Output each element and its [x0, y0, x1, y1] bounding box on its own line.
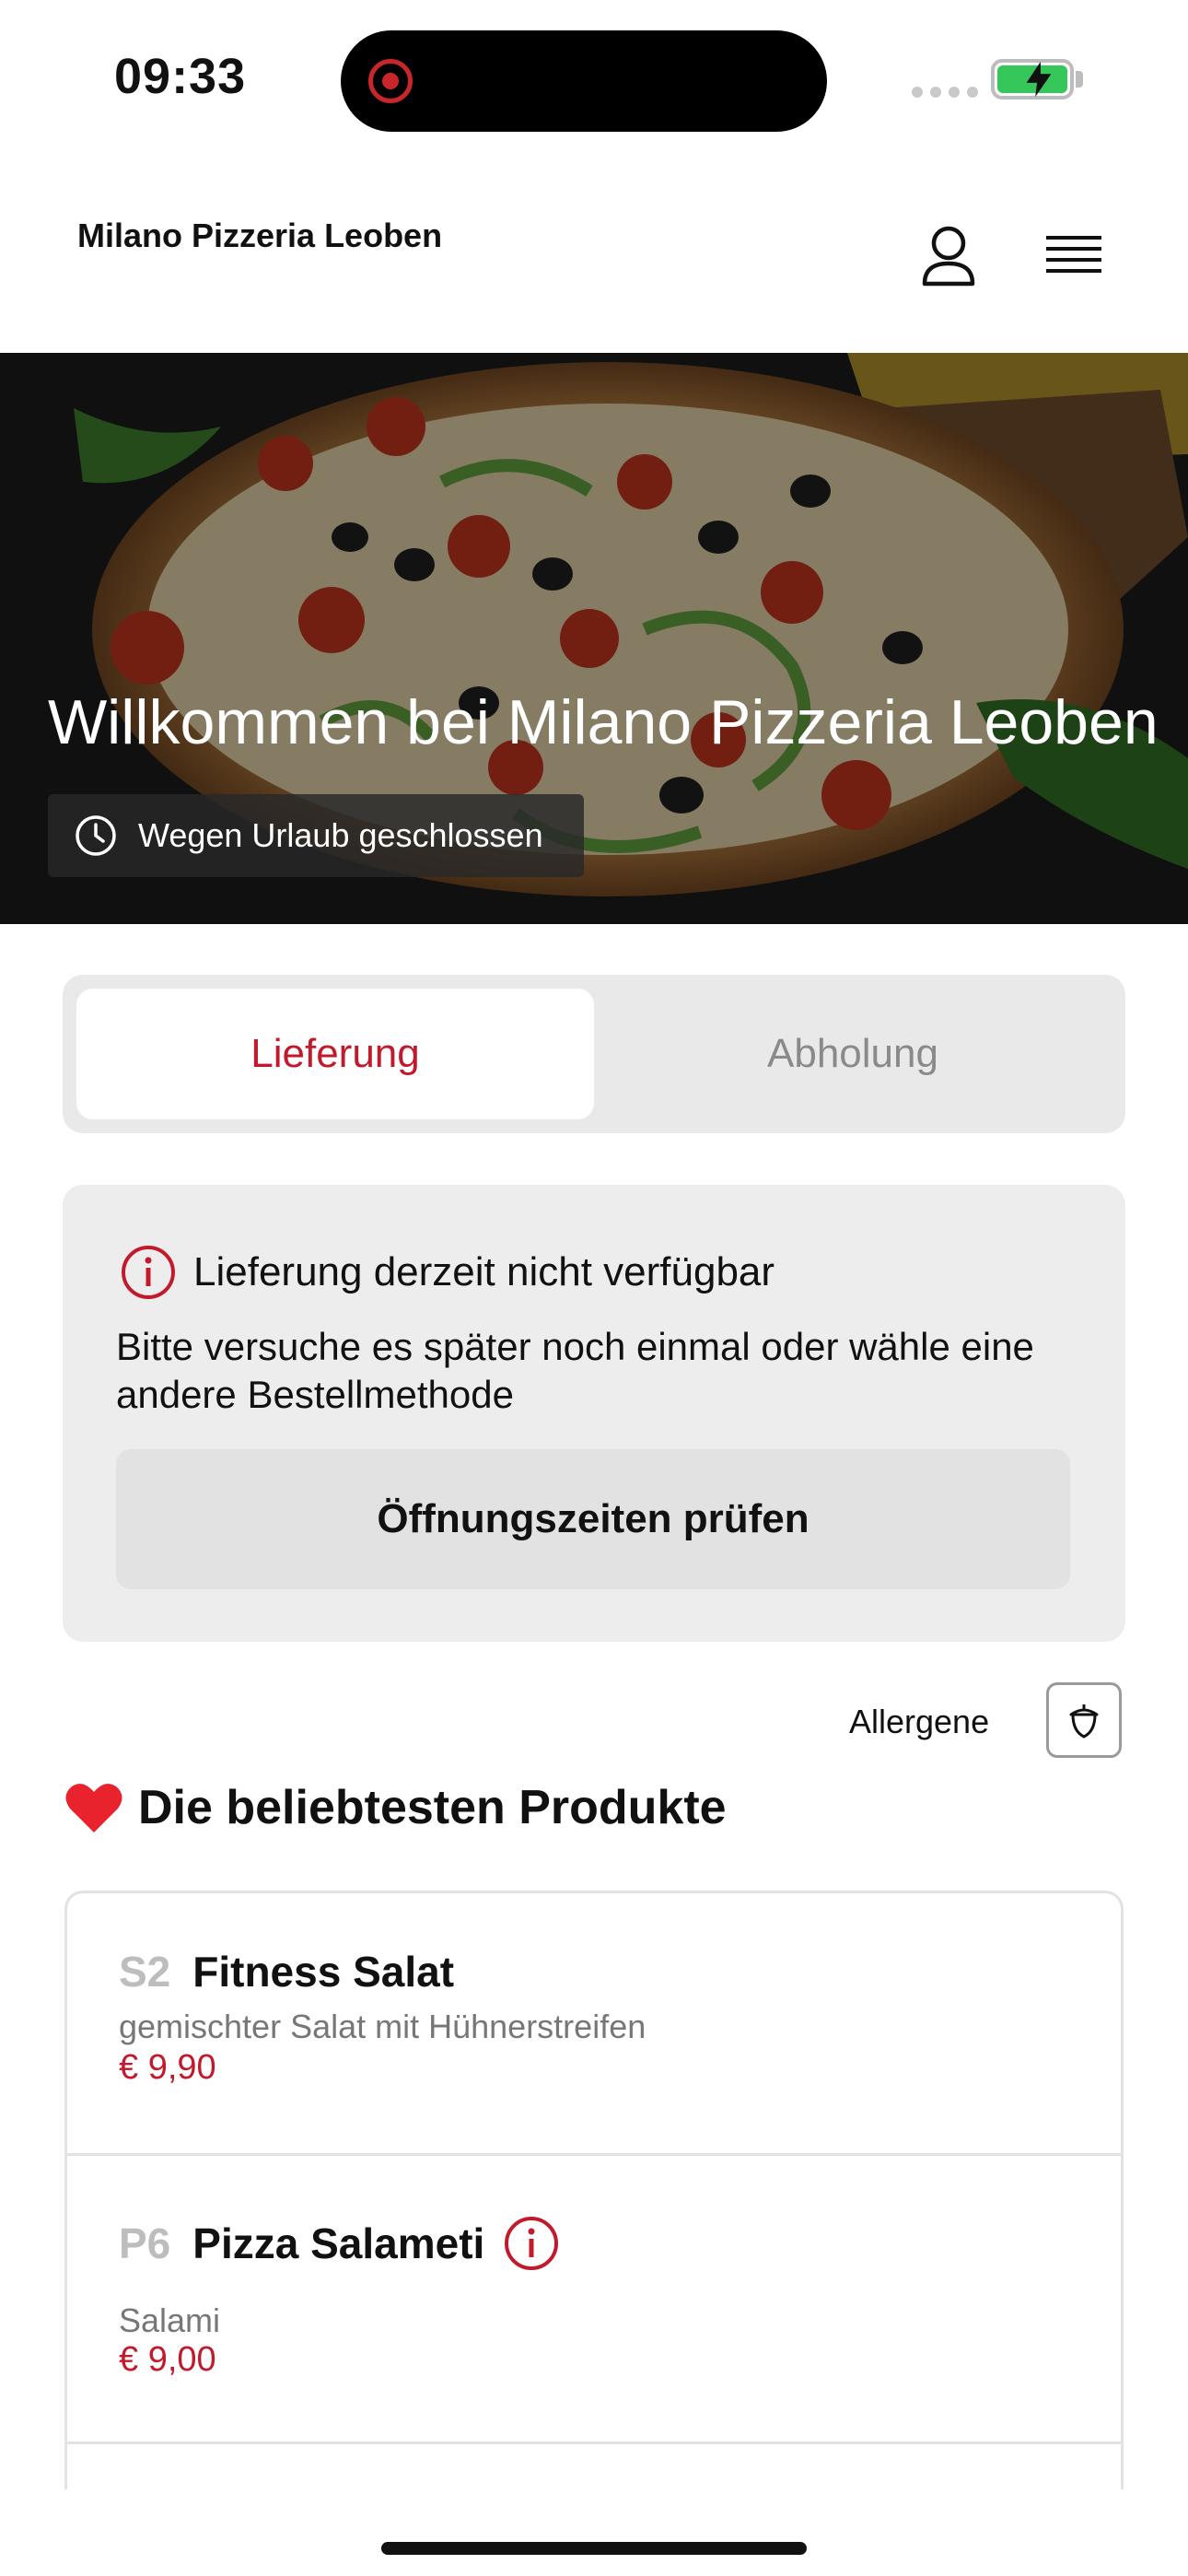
order-mode-switch: Lieferung Abholung: [63, 975, 1125, 1133]
tab-delivery[interactable]: Lieferung: [76, 989, 594, 1119]
product-item[interactable]: S2 Fitness Salat gemischter Salat mit Hü…: [67, 1893, 1121, 2156]
notice-text: Bitte versuche es später noch einmal ode…: [116, 1325, 1034, 1416]
status-badge: Wegen Urlaub geschlossen: [48, 794, 584, 877]
allergens-button[interactable]: [1046, 1682, 1122, 1758]
heart-icon: [65, 1784, 122, 1832]
welcome-title: Willkommen bei Milano Pizzeria Leoben: [48, 687, 1159, 757]
product-name: Fitness Salat: [192, 1948, 455, 1996]
product-code: S2: [119, 1948, 171, 1996]
product-name: Pizza Salameti: [192, 2219, 485, 2267]
product-description: Salami: [119, 2301, 221, 2339]
battery-icon: [991, 59, 1074, 100]
app-header: Milano Pizzeria Leoben: [0, 157, 1188, 353]
acorn-icon: [1069, 1704, 1099, 1739]
clock-icon: [76, 815, 116, 856]
info-icon[interactable]: [503, 2215, 560, 2272]
user-icon: [922, 226, 975, 287]
menu-button[interactable]: [1037, 225, 1111, 289]
product-description: gemischter Salat mit Hühnerstreifen: [119, 2008, 646, 2045]
popular-products-heading: Die beliebtesten Produkte: [64, 1780, 727, 1835]
hamburger-icon: [1046, 236, 1101, 273]
tab-pickup[interactable]: Abholung: [594, 989, 1112, 1119]
section-title: Die beliebtesten Produkte: [138, 1781, 727, 1834]
dynamic-island: [341, 30, 827, 132]
notice-title: Lieferung derzeit nicht verfügbar: [193, 1249, 775, 1294]
delivery-unavailable-notice: Lieferung derzeit nicht verfügbar Bitte …: [63, 1185, 1125, 1642]
home-indicator[interactable]: [381, 2542, 807, 2555]
product-code: P6: [119, 2219, 171, 2267]
product-list: S2 Fitness Salat gemischter Salat mit Hü…: [64, 1891, 1124, 2489]
status-time: 09:33: [114, 49, 247, 104]
product-item[interactable]: P6 Pizza Salameti Salami € 9,00: [67, 2156, 1121, 2444]
status-text: Wegen Urlaub geschlossen: [138, 816, 543, 854]
signal-icon: [912, 87, 978, 98]
allergens-label: Allergene: [849, 1703, 990, 1740]
status-bar: 09:33: [0, 0, 1188, 157]
brand-name[interactable]: Milano Pizzeria Leoben: [77, 217, 446, 255]
check-hours-button[interactable]: Öffnungszeiten prüfen: [116, 1449, 1070, 1589]
product-price: € 9,00: [119, 2340, 216, 2379]
account-button[interactable]: [912, 221, 985, 295]
hero-banner: Willkommen bei Milano Pizzeria Leoben We…: [0, 353, 1188, 924]
info-icon: [122, 1246, 175, 1299]
recording-indicator-icon: [368, 59, 413, 103]
product-price: € 9,90: [119, 2048, 216, 2087]
